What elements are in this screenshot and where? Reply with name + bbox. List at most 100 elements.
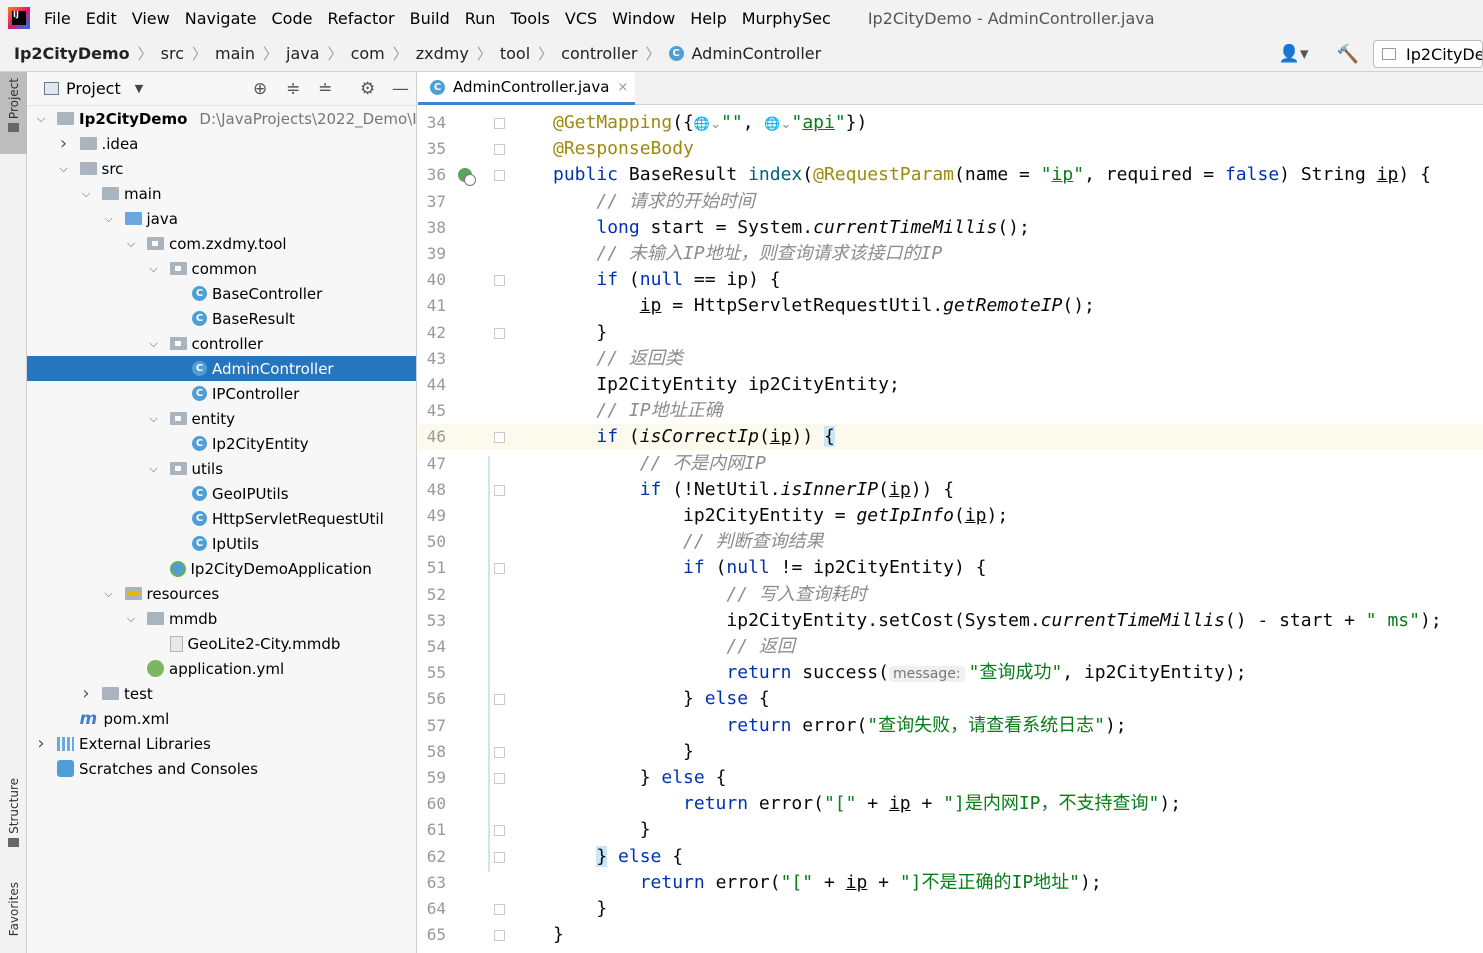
breadcrumb-item-controller[interactable]: controller (561, 44, 637, 63)
tree-item-com-zxdmy-tool[interactable]: ⌵ com.zxdmy.tool (27, 231, 416, 256)
fold-marker-icon[interactable] (494, 694, 505, 706)
code-line[interactable]: 43 // 返回类 (418, 346, 1483, 372)
menu-navigate[interactable]: Navigate (185, 9, 257, 28)
fold-marker-icon[interactable] (494, 484, 505, 496)
chevron-right-icon[interactable]: › (80, 683, 92, 704)
chevron-down-icon[interactable]: ⌵ (35, 112, 47, 126)
code-line[interactable]: 48 if (!NetUtil.isInnerIP(ip)) { (418, 477, 1483, 503)
menu-edit[interactable]: Edit (86, 9, 117, 28)
chevron-down-icon[interactable]: ⌵ (125, 612, 137, 626)
tree-item-geoiputils[interactable]: C GeoIPUtils (27, 481, 416, 506)
fold-marker-icon[interactable] (494, 432, 505, 444)
run-configuration-selector[interactable]: Ip2CityDemo (1373, 40, 1483, 68)
fold-marker-icon[interactable] (494, 327, 505, 339)
fold-marker-icon[interactable] (494, 118, 505, 129)
hammer-icon[interactable]: 🔨 (1337, 44, 1359, 65)
menu-code[interactable]: Code (272, 9, 313, 28)
tree-item-ip2citydemo[interactable]: ⌵ Ip2CityDemo D:\JavaProjects\2022_Demo\Ip… (27, 106, 416, 131)
tree-item-test[interactable]: › test (27, 681, 416, 706)
code-line[interactable]: 60 return error("[" + ip + "]是内网IP，不支持查询… (418, 791, 1483, 817)
menu-view[interactable]: View (132, 9, 170, 28)
chevron-right-icon[interactable]: › (35, 733, 47, 754)
code-line[interactable]: 58 } (418, 739, 1483, 765)
menu-run[interactable]: Run (465, 9, 496, 28)
menu-tools[interactable]: Tools (510, 9, 549, 28)
chevron-down-icon[interactable]: ⌵ (80, 187, 92, 201)
tree-item-resources[interactable]: ⌵ resources (27, 581, 416, 606)
code-line[interactable]: 61 } (418, 817, 1483, 843)
code-line[interactable]: 45 // IP地址正确 (418, 398, 1483, 424)
code-line[interactable]: 38 long start = System.currentTimeMillis… (418, 215, 1483, 241)
spring-bean-gutter-icon[interactable] (458, 168, 476, 187)
fold-marker-icon[interactable] (494, 275, 505, 287)
tree-item-geolite2-city-mmdb[interactable]: GeoLite2-City.mmdb (27, 631, 416, 656)
code-line[interactable]: 50 // 判断查询结果 (418, 529, 1483, 555)
menu-murphysec[interactable]: MurphySec (742, 9, 831, 28)
tree-item-java[interactable]: ⌵ java (27, 206, 416, 231)
chevron-down-icon[interactable]: ⌵ (125, 237, 137, 251)
code-line[interactable]: 56 } else { (418, 686, 1483, 712)
editor-tab-admincontroller[interactable]: C AdminController.java × (418, 72, 635, 105)
menu-window[interactable]: Window (612, 9, 675, 28)
tree-item-ipcontroller[interactable]: C IPController (27, 381, 416, 406)
menu-file[interactable]: File (44, 9, 71, 28)
code-line[interactable]: 34 @GetMapping({🌐⌄"", 🌐⌄"api"}) (418, 110, 1483, 136)
chevron-down-icon[interactable]: ⌵ (148, 412, 160, 426)
tree-item-iputils[interactable]: C IpUtils (27, 531, 416, 556)
tree-item-main[interactable]: ⌵ main (27, 181, 416, 206)
tree-item-ip2cityentity[interactable]: C Ip2CityEntity (27, 431, 416, 456)
tree-item-mmdb[interactable]: ⌵ mmdb (27, 606, 416, 631)
gear-icon[interactable]: ⚙ (360, 79, 375, 99)
close-icon[interactable]: × (617, 80, 628, 95)
expand-all-icon[interactable]: ≑ (286, 79, 300, 99)
chevron-down-icon[interactable]: ▼ (135, 82, 143, 95)
fold-marker-icon[interactable] (494, 904, 505, 915)
minimize-icon[interactable]: — (392, 79, 409, 99)
breadcrumb-item-java[interactable]: java (286, 44, 320, 63)
locate-icon[interactable]: ⊕ (253, 79, 267, 99)
code-line[interactable]: 64 } (418, 896, 1483, 922)
fold-marker-icon[interactable] (494, 930, 505, 942)
breadcrumb-item-src[interactable]: src (161, 44, 184, 63)
chevron-down-icon[interactable]: ⌵ (58, 162, 70, 176)
tree-item-scratches-and-consoles[interactable]: Scratches and Consoles (27, 756, 416, 781)
tree-item-src[interactable]: ⌵ src (27, 156, 416, 181)
breadcrumb-item-main[interactable]: main (215, 44, 255, 63)
tree-item-utils[interactable]: ⌵ utils (27, 456, 416, 481)
code-line[interactable]: 39 // 未输入IP地址，则查询请求该接口的IP (418, 241, 1483, 267)
tool-tab-favorites[interactable]: Favorites (0, 882, 27, 953)
tree-item--idea[interactable]: › .idea (27, 131, 416, 156)
fold-marker-icon[interactable] (494, 851, 505, 863)
breadcrumb-item-ip2citydemo[interactable]: Ip2CityDemo (14, 44, 130, 63)
code-line[interactable]: 42 } (418, 320, 1483, 346)
chevron-right-icon[interactable]: › (58, 133, 70, 154)
fold-marker-icon[interactable] (494, 563, 505, 575)
tool-tab-structure[interactable]: Structure (0, 778, 27, 864)
tree-item-admincontroller[interactable]: C AdminController (27, 356, 416, 381)
fold-marker-icon[interactable] (494, 144, 505, 156)
menu-refactor[interactable]: Refactor (327, 9, 394, 28)
chevron-down-icon[interactable]: ⌵ (103, 587, 115, 601)
tree-item-entity[interactable]: ⌵ entity (27, 406, 416, 431)
tool-tab-project[interactable]: Project (0, 72, 27, 154)
tree-item-httpservletrequestutil[interactable]: C HttpServletRequestUtil (27, 506, 416, 531)
code-line[interactable]: 55 return success(message: "查询成功", ip2Cit… (418, 660, 1483, 686)
tree-item-common[interactable]: ⌵ common (27, 256, 416, 281)
code-line[interactable]: 40 if (null == ip) { (418, 267, 1483, 293)
code-line[interactable]: 35 @ResponseBody (418, 136, 1483, 162)
code-line[interactable]: 62 } else { (418, 844, 1483, 870)
code-line[interactable]: 46 if (isCorrectIp(ip)) { (418, 424, 1483, 451)
tree-item-pom-xml[interactable]: m pom.xml (27, 706, 416, 731)
tree-item-controller[interactable]: ⌵ controller (27, 331, 416, 356)
breadcrumb-item-com[interactable]: com (351, 44, 385, 63)
code-line[interactable]: 36 public BaseResult index(@RequestParam(… (418, 162, 1483, 188)
breadcrumb-item-tool[interactable]: tool (500, 44, 530, 63)
chevron-down-icon[interactable]: ⌵ (148, 337, 160, 351)
code-line[interactable]: 44 Ip2CityEntity ip2CityEntity; (418, 372, 1483, 398)
tree-item-external-libraries[interactable]: › External Libraries (27, 731, 416, 756)
fold-marker-icon[interactable] (494, 773, 505, 784)
fold-marker-icon[interactable] (494, 825, 505, 837)
tree-item-baseresult[interactable]: C BaseResult (27, 306, 416, 331)
menu-build[interactable]: Build (410, 9, 450, 28)
tree-item-application-yml[interactable]: application.yml (27, 656, 416, 681)
